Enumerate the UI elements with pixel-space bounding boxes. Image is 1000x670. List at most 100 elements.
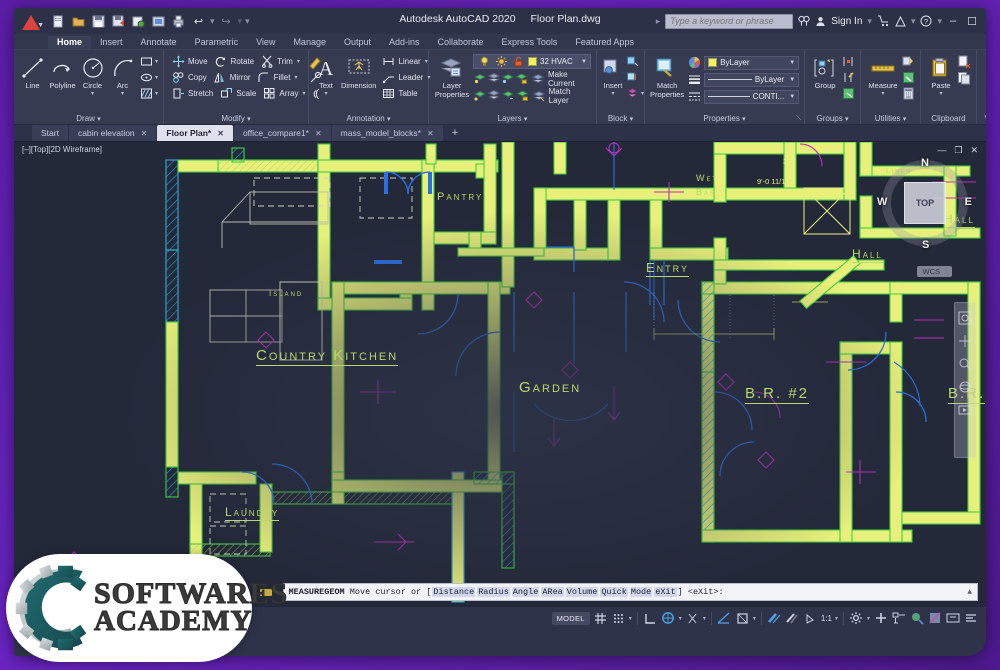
viewport-maximize-button[interactable]: ❐ (954, 145, 962, 156)
compass-west-label[interactable]: W (877, 196, 887, 208)
lineweight-stack-icon[interactable] (687, 73, 701, 87)
compass-south-label[interactable]: S (922, 239, 929, 251)
search-input[interactable] (670, 16, 793, 26)
current-layer-dropdown[interactable]: 32 HVAC ▼ (473, 54, 591, 69)
layer-merge-icon[interactable] (473, 89, 487, 103)
help-icon[interactable]: ? (920, 15, 932, 27)
tool-insert[interactable]: Insert ▾ (602, 52, 624, 97)
tool-circle[interactable]: Circle ▾ (79, 52, 106, 97)
color-wheel-icon[interactable] (687, 56, 701, 70)
tool-measure[interactable]: Measure ▾ (866, 52, 900, 97)
search-expand-icon[interactable]: ▸ (656, 16, 661, 27)
tool-dimension[interactable]: Dimension (341, 52, 376, 90)
plot-preview-icon[interactable] (130, 13, 147, 30)
linetype-dropdown[interactable]: CONTI... ▼ (704, 89, 800, 104)
hatch-dropdown-icon[interactable]: ▾ (155, 90, 158, 97)
ribbon-tab-view[interactable]: View (247, 36, 284, 49)
chevron-down-icon[interactable]: ▼ (789, 77, 795, 83)
tool-match-layer[interactable]: Match Layer (530, 87, 591, 105)
ungroup-icon[interactable] (841, 55, 855, 69)
panel-title-modify[interactable]: Modify ▾ (169, 113, 303, 124)
viewport-minimize-button[interactable]: — (937, 145, 946, 156)
insert-dropdown-icon[interactable]: ▾ (611, 91, 614, 97)
tool-fillet[interactable]: Fillet (255, 70, 293, 85)
maximize-button[interactable]: ☐ (964, 15, 980, 28)
view-cube[interactable]: TOP N S E W (877, 157, 972, 251)
group-selection-on-icon[interactable] (841, 87, 855, 101)
copy-clip-icon[interactable] (957, 71, 971, 85)
drawing-canvas[interactable]: Pantry Island Country Kitchen Garden Laundry… (14, 142, 986, 607)
lineweight-icon[interactable] (767, 611, 782, 626)
panel-title-properties[interactable]: Properties ▾ (650, 113, 799, 124)
command-keyword-distance[interactable]: Distance (432, 587, 476, 597)
properties-dialog-launcher-icon[interactable]: ⟍ (796, 115, 801, 123)
ribbon-tab-addins[interactable]: Add-ins (380, 36, 429, 49)
osnap-dropdown-icon[interactable]: ▾ (753, 615, 756, 622)
workspace-dropdown-icon[interactable]: ▾ (867, 615, 870, 622)
quick-calc-icon[interactable] (901, 71, 915, 85)
grid-display-icon[interactable] (593, 611, 608, 626)
ribbon-tab-parametric[interactable]: Parametric (186, 36, 248, 49)
file-tab-cabin-elevation[interactable]: cabin elevation ✕ (68, 125, 157, 141)
tool-match-properties[interactable]: Match Properties (650, 52, 684, 99)
annotation-monitor-icon[interactable] (873, 611, 888, 626)
tool-group[interactable]: Group (810, 52, 840, 90)
tool-make-current[interactable]: Make Current (529, 70, 591, 88)
layer-off-icon[interactable] (501, 72, 514, 86)
panel-title-groups[interactable]: Groups ▾ (810, 113, 855, 124)
circle-dropdown-icon[interactable]: ▾ (91, 91, 94, 97)
tool-trim[interactable]: Trim (258, 54, 295, 69)
command-keyword-area[interactable]: ARea (541, 587, 564, 597)
layer-previous-icon[interactable] (501, 89, 515, 103)
close-icon[interactable]: ✕ (217, 129, 224, 138)
tool-array[interactable]: Array (260, 86, 300, 101)
panel-title-utilities[interactable]: Utilities ▾ (866, 113, 915, 124)
tool-arc[interactable]: Arc ▾ (109, 52, 136, 97)
tool-rotate[interactable]: Rotate (212, 54, 257, 69)
ribbon-tab-annotate[interactable]: Annotate (132, 36, 186, 49)
chevron-down-icon[interactable]: ▼ (789, 60, 795, 66)
define-attributes-icon[interactable] (625, 71, 639, 85)
isolate-objects-icon[interactable] (909, 611, 924, 626)
arc-dropdown-icon[interactable]: ▾ (121, 91, 124, 97)
save-icon[interactable] (90, 13, 107, 30)
viewport-label[interactable]: [–][Top][2D Wireframe] (22, 145, 102, 154)
sign-in-button[interactable]: Sign In (831, 16, 862, 27)
file-tab-start[interactable]: Start (32, 125, 68, 141)
ribbon-tab-manage[interactable]: Manage (284, 36, 335, 49)
command-input[interactable]: MEASUREGEOM Move cursor or [ Distance Ra… (282, 583, 978, 601)
minimize-button[interactable]: – (947, 15, 959, 27)
command-keyword-radius[interactable]: Radius (477, 587, 510, 597)
layer-delete-icon[interactable] (487, 89, 501, 103)
object-color-dropdown[interactable]: ByLayer ▼ (704, 55, 800, 70)
units-icon[interactable] (891, 611, 906, 626)
scale-dropdown-icon[interactable]: ▾ (835, 615, 838, 622)
full-navigation-wheel-icon[interactable] (958, 310, 973, 325)
save-as-icon[interactable] (110, 13, 127, 30)
help-dropdown-icon[interactable]: ▾ (937, 16, 942, 27)
calculator-icon[interactable] (901, 87, 915, 101)
linetype-icon[interactable] (687, 90, 701, 104)
cut-icon[interactable] (957, 55, 971, 69)
ribbon-tab-output[interactable]: Output (335, 36, 380, 49)
sign-in-dropdown-icon[interactable]: ▾ (867, 16, 872, 27)
ribbon-tab-insert[interactable]: Insert (91, 36, 132, 49)
text-dropdown-icon[interactable]: ▾ (324, 91, 327, 97)
selection-cycling-icon[interactable] (803, 611, 818, 626)
linear-dropdown-icon[interactable]: ▾ (425, 58, 428, 65)
file-tab-floor-plan[interactable]: Floor Plan* ✕ (157, 125, 233, 141)
tool-text[interactable]: A Text ▾ (314, 52, 338, 97)
layer-on-icon[interactable] (477, 55, 491, 69)
command-keyword-mode[interactable]: Mode (629, 587, 653, 597)
snap-mode-icon[interactable] (611, 611, 626, 626)
account-dropdown-icon[interactable]: ▾ (911, 16, 916, 27)
layer-unlock-icon[interactable] (511, 55, 525, 69)
command-scroll-up-icon[interactable]: ▲ (963, 588, 972, 597)
tool-linear-dimension[interactable]: Linear (379, 54, 422, 69)
layer-color-swatch[interactable] (528, 57, 537, 66)
rectangle-icon[interactable] (139, 55, 153, 69)
fillet-dropdown-icon[interactable]: ▾ (294, 74, 297, 81)
snap-dropdown-icon[interactable]: ▾ (629, 615, 632, 622)
autodesk-app-store-icon[interactable] (877, 15, 890, 27)
block-dropdown-icon[interactable]: ▾ (641, 90, 644, 97)
